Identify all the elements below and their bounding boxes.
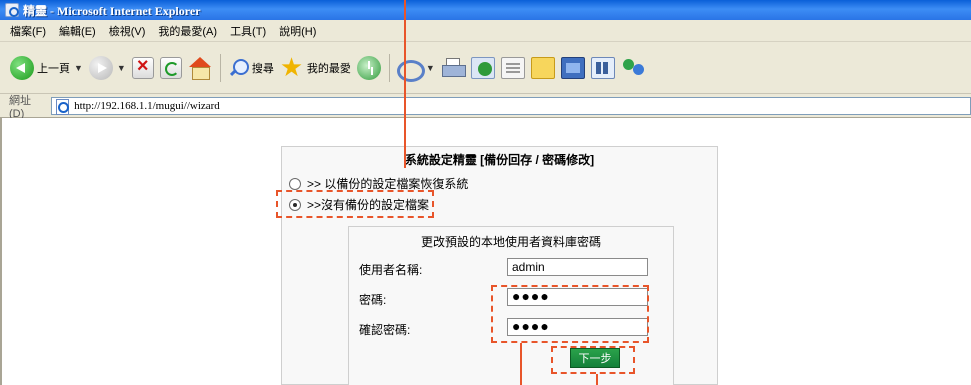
page-content: 系統設定精靈 [備份回存 / 密碼修改] >> 以備份的設定檔案恢復系統 >>沒… <box>0 118 971 385</box>
history-icon <box>356 55 381 80</box>
search-icon <box>227 57 249 79</box>
password-label: 密碼: <box>359 293 387 307</box>
annotation-box-passwords <box>491 285 649 343</box>
back-arrow-icon <box>10 55 34 80</box>
toolbar-separator <box>219 53 221 82</box>
mail-dropdown-icon[interactable]: ▼ <box>426 63 435 73</box>
printer-icon <box>441 57 466 79</box>
menu-edit[interactable]: 編輯(E) <box>59 23 96 39</box>
title-bar: 精靈 - Microsoft Internet Explorer <box>0 0 971 20</box>
menu-file[interactable]: 檔案(F) <box>10 23 46 39</box>
favorites-label: 我的最愛 <box>306 62 351 75</box>
ie-icon <box>5 3 19 17</box>
menu-view[interactable]: 檢視(V) <box>109 23 146 39</box>
restore-radio[interactable] <box>289 177 301 190</box>
menu-favorites[interactable]: 我的最愛(A) <box>158 23 217 39</box>
annotation-box-option <box>276 190 434 218</box>
form-title: 更改預設的本地使用者資料庫密碼 <box>420 235 601 249</box>
menu-bar: 檔案(F) 編輯(E) 檢視(V) 我的最愛(A) 工具(T) 說明(H) <box>0 20 971 42</box>
edit-icon <box>470 56 495 79</box>
address-label: 網址(D) <box>9 94 31 120</box>
confirm-password-label: 確認密碼: <box>359 323 411 337</box>
annotation-line-passwords <box>520 343 522 385</box>
search-button[interactable]: 搜尋 <box>227 57 274 79</box>
forward-dropdown-icon[interactable]: ▼ <box>117 63 126 73</box>
media-icon <box>560 56 585 79</box>
media-button[interactable] <box>560 56 585 79</box>
back-label: 上一頁 <box>37 62 70 75</box>
annotation-line-next <box>596 374 598 385</box>
wizard-panel: 系統設定精靈 [備份回存 / 密碼修改] >> 以備份的設定檔案恢復系統 >>沒… <box>281 146 718 385</box>
research-icon <box>590 56 615 79</box>
discuss-button[interactable] <box>500 56 525 79</box>
annotation-line-top <box>404 0 406 168</box>
toolbar: 上一頁 ▼ ▼ 搜尋 我的最愛 ▼ <box>0 42 971 94</box>
history-button[interactable] <box>356 55 381 80</box>
stop-icon <box>131 55 154 79</box>
menu-help[interactable]: 說明(H) <box>279 23 316 39</box>
mail-icon <box>396 57 425 82</box>
home-icon <box>188 56 212 80</box>
username-field[interactable]: admin <box>507 258 648 276</box>
page-icon <box>54 98 70 115</box>
document-icon <box>500 56 525 79</box>
print-button[interactable] <box>441 57 466 79</box>
refresh-icon <box>159 56 182 79</box>
star-icon <box>280 52 304 83</box>
menu-tools[interactable]: 工具(T) <box>230 23 266 39</box>
back-button[interactable]: 上一頁 ▼ <box>10 55 83 80</box>
toolbar-separator <box>388 53 390 82</box>
folder-icon <box>530 56 555 79</box>
search-label: 搜尋 <box>251 62 274 75</box>
favorites-button[interactable]: 我的最愛 <box>280 52 351 83</box>
forward-arrow-icon <box>88 55 113 80</box>
window-title: 精靈 - Microsoft Internet Explorer <box>23 3 201 18</box>
mail-button[interactable]: ▼ <box>396 57 435 82</box>
messenger-icon <box>621 57 647 79</box>
refresh-button[interactable] <box>159 56 182 79</box>
address-bar: 網址(D) http://192.168.1.1/mugui//wizard <box>0 94 971 120</box>
back-dropdown-icon[interactable]: ▼ <box>74 63 83 73</box>
address-url[interactable]: http://192.168.1.1/mugui//wizard <box>74 100 220 112</box>
wizard-title: 系統設定精靈 [備份回存 / 密碼修改] <box>404 153 595 167</box>
address-input[interactable]: http://192.168.1.1/mugui//wizard <box>51 96 971 115</box>
username-label: 使用者名稱: <box>359 263 423 277</box>
folder-button[interactable] <box>530 56 555 79</box>
research-button[interactable] <box>590 56 615 79</box>
forward-button[interactable]: ▼ <box>88 55 126 80</box>
stop-button[interactable] <box>131 55 154 79</box>
messenger-button[interactable] <box>621 57 647 79</box>
edit-button[interactable] <box>470 56 495 79</box>
home-button[interactable] <box>188 56 212 80</box>
annotation-box-next <box>551 346 635 374</box>
